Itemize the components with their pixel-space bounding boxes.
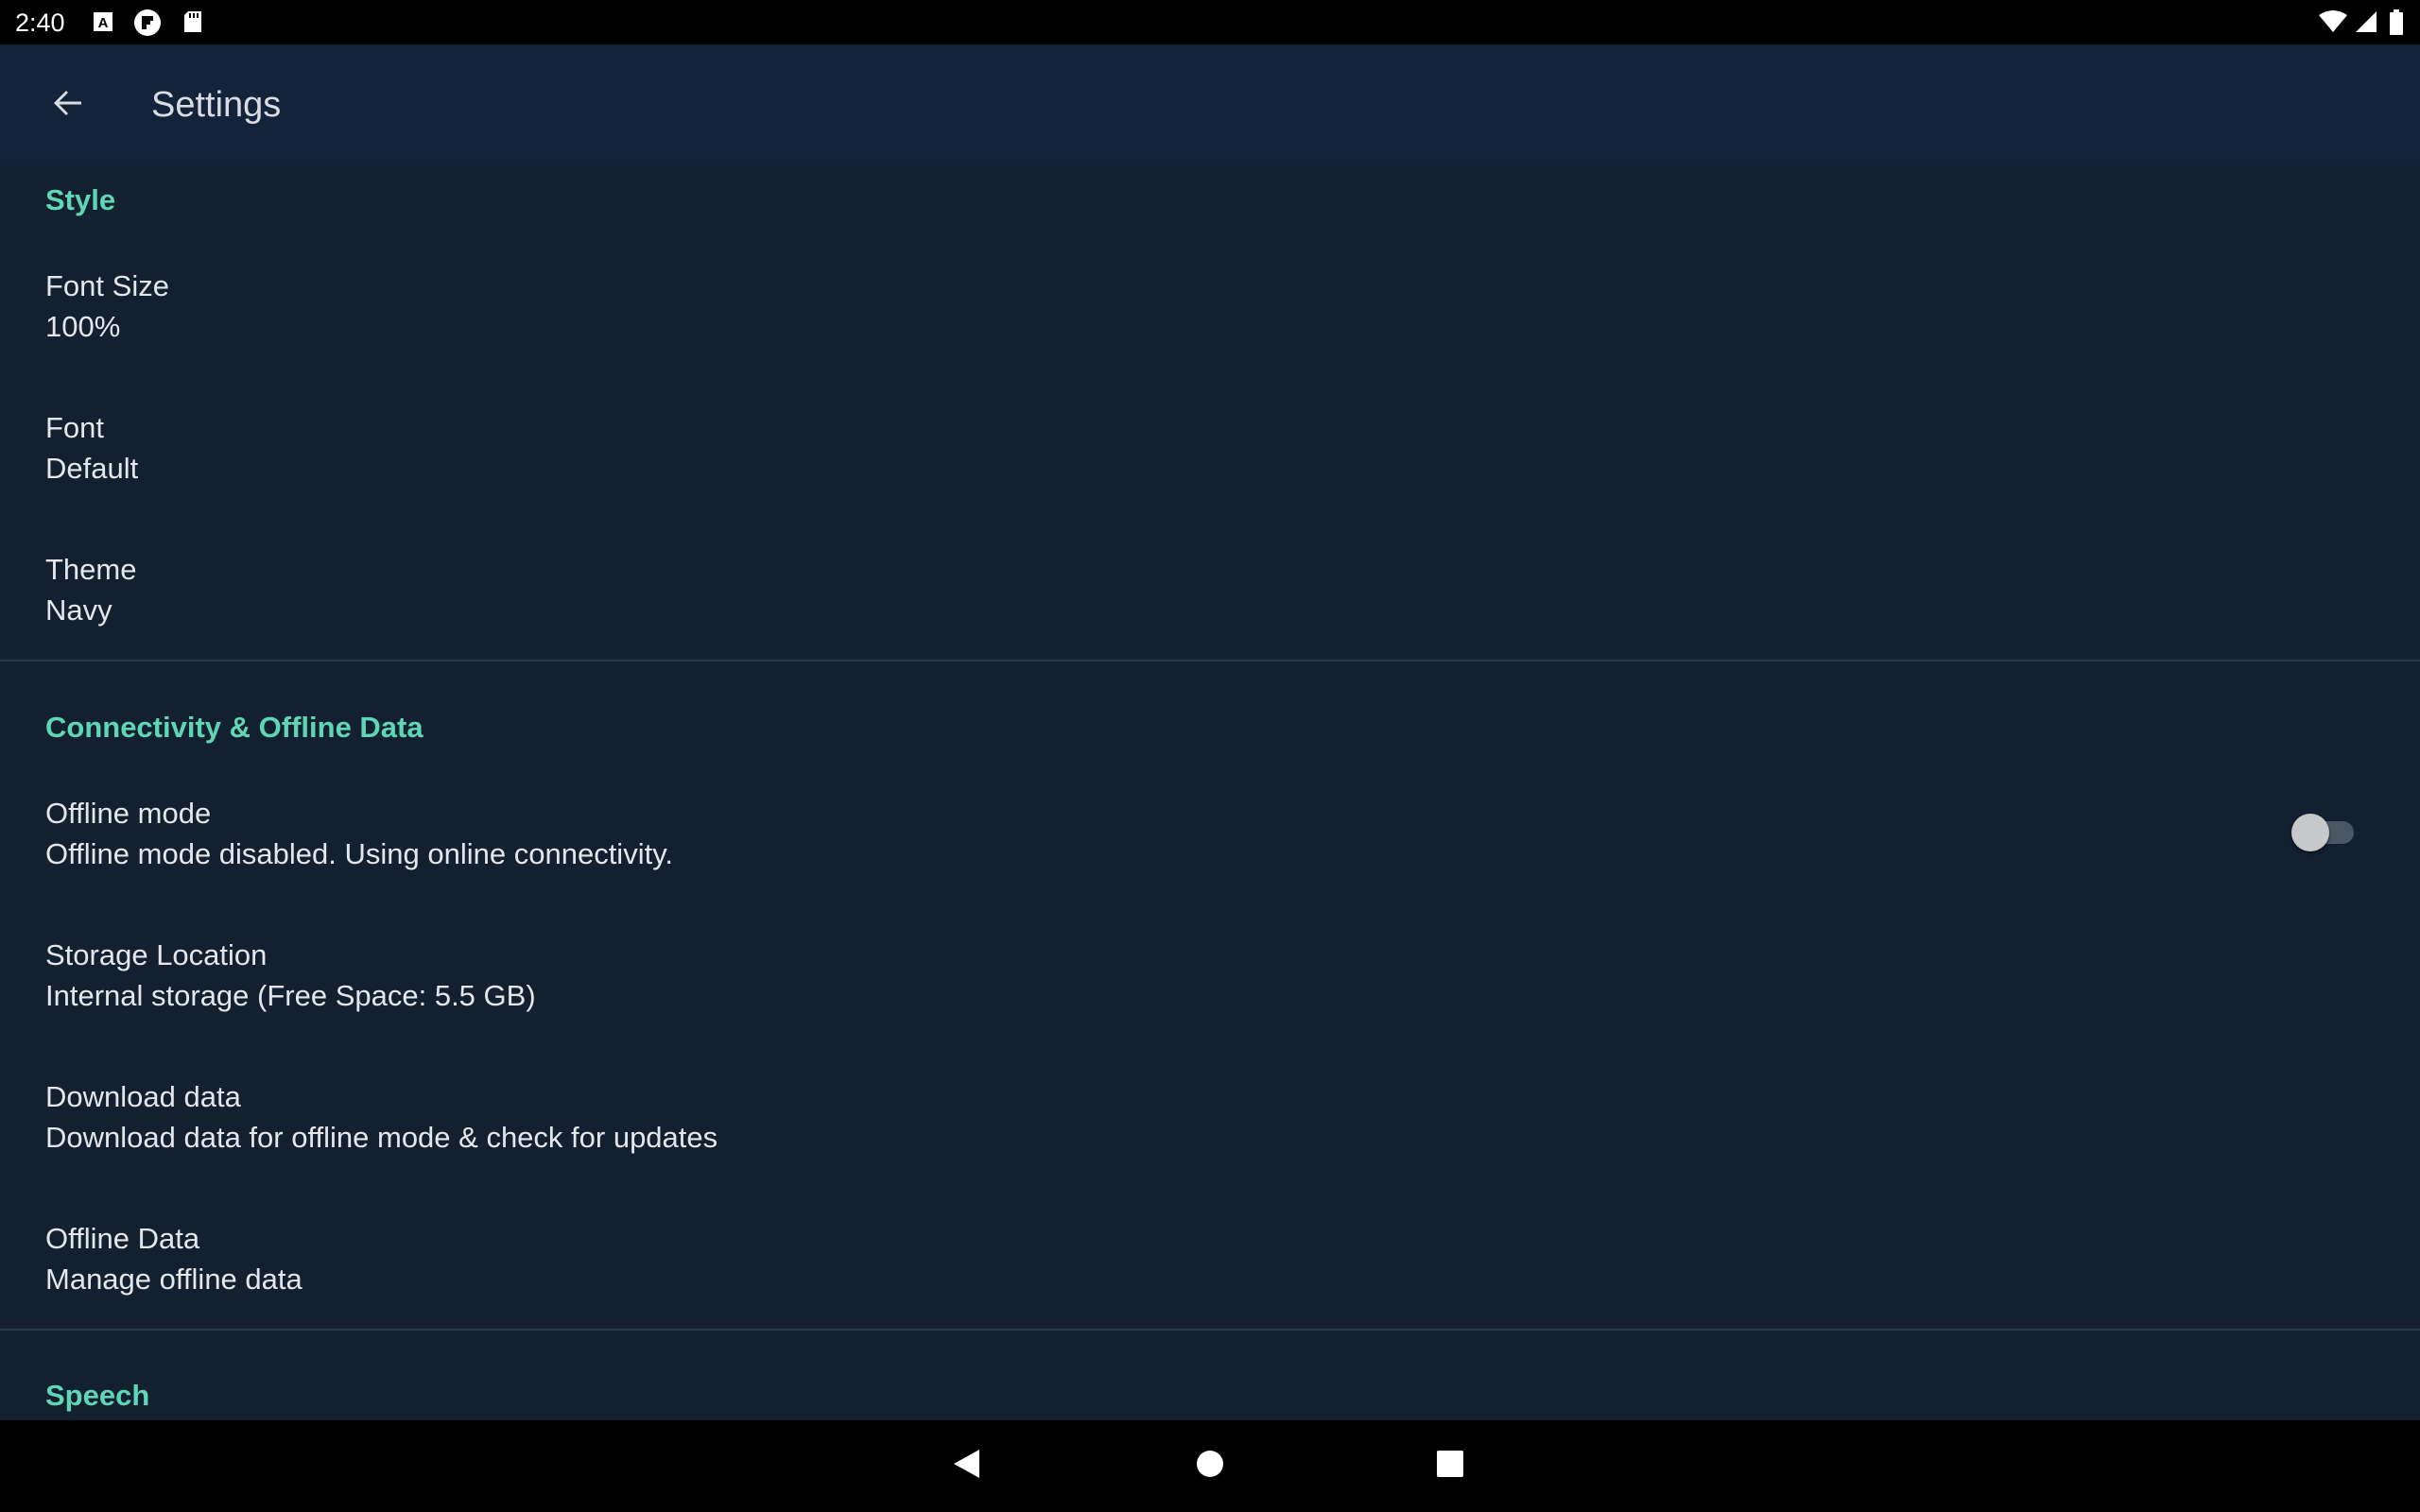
wifi-icon xyxy=(2318,9,2348,34)
a-notification-icon: A xyxy=(91,9,115,34)
sd-card-icon xyxy=(181,9,205,34)
pref-title: Offline mode xyxy=(45,797,212,830)
nav-home-icon xyxy=(1193,1447,1227,1486)
pref-title: Font Size xyxy=(45,269,169,302)
pref-offline-mode[interactable]: Offline mode Offline mode disabled. Usin… xyxy=(0,797,2420,938)
nav-back-icon xyxy=(949,1447,983,1486)
flipboard-icon xyxy=(133,9,162,37)
navigation-bar xyxy=(0,1420,2420,1512)
section-header-connectivity: Connectivity & Offline Data xyxy=(45,711,424,744)
pref-summary: Navy xyxy=(45,593,112,627)
page-title: Settings xyxy=(151,85,282,125)
pref-storage-location[interactable]: Storage Location Internal storage (Free … xyxy=(0,938,2420,1080)
pref-font-size[interactable]: Font Size 100% xyxy=(0,269,2420,411)
nav-recents-button[interactable] xyxy=(1422,1437,1478,1494)
section-divider xyxy=(0,660,2420,662)
nav-recents-icon xyxy=(1433,1447,1467,1486)
pref-summary: 100% xyxy=(45,310,121,343)
settings-screen: 2:40 A Settings Style Font Size 100% Fon… xyxy=(0,0,2420,1512)
section-header-style: Style xyxy=(45,183,116,216)
pref-title: Offline Data xyxy=(45,1222,200,1255)
cell-signal-icon xyxy=(2354,9,2378,34)
offline-mode-toggle[interactable] xyxy=(2291,814,2356,851)
nav-home-button[interactable] xyxy=(1182,1437,1238,1494)
pref-title: Storage Location xyxy=(45,938,268,971)
battery-icon xyxy=(2389,9,2404,35)
pref-summary: Manage offline data xyxy=(45,1263,302,1296)
app-bar: Settings xyxy=(0,44,2420,165)
settings-list[interactable]: Style Font Size 100% Font Default Theme … xyxy=(0,165,2420,1420)
status-bar: 2:40 A xyxy=(0,0,2420,44)
back-button[interactable] xyxy=(28,65,108,145)
pref-theme[interactable]: Theme Navy xyxy=(0,553,2420,695)
status-time: 2:40 xyxy=(15,9,65,37)
pref-summary: Default xyxy=(45,452,139,485)
pref-title: Theme xyxy=(45,553,137,586)
toggle-thumb xyxy=(2291,814,2329,851)
pref-summary: Internal storage (Free Space: 5.5 GB) xyxy=(45,979,536,1012)
pref-title: Font xyxy=(45,411,105,444)
pref-summary: Offline mode disabled. Using online conn… xyxy=(45,837,674,870)
pref-offline-data[interactable]: Offline Data Manage offline data xyxy=(0,1222,2420,1364)
svg-text:A: A xyxy=(98,15,109,31)
nav-back-button[interactable] xyxy=(938,1437,994,1494)
pref-summary: Download data for offline mode & check f… xyxy=(45,1121,718,1154)
pref-font[interactable]: Font Default xyxy=(0,411,2420,553)
section-divider xyxy=(0,1329,2420,1331)
pref-download-data[interactable]: Download data Download data for offline … xyxy=(0,1080,2420,1222)
arrow-back-icon xyxy=(49,84,87,127)
section-header-speech: Speech xyxy=(45,1379,150,1412)
pref-title: Download data xyxy=(45,1080,241,1113)
